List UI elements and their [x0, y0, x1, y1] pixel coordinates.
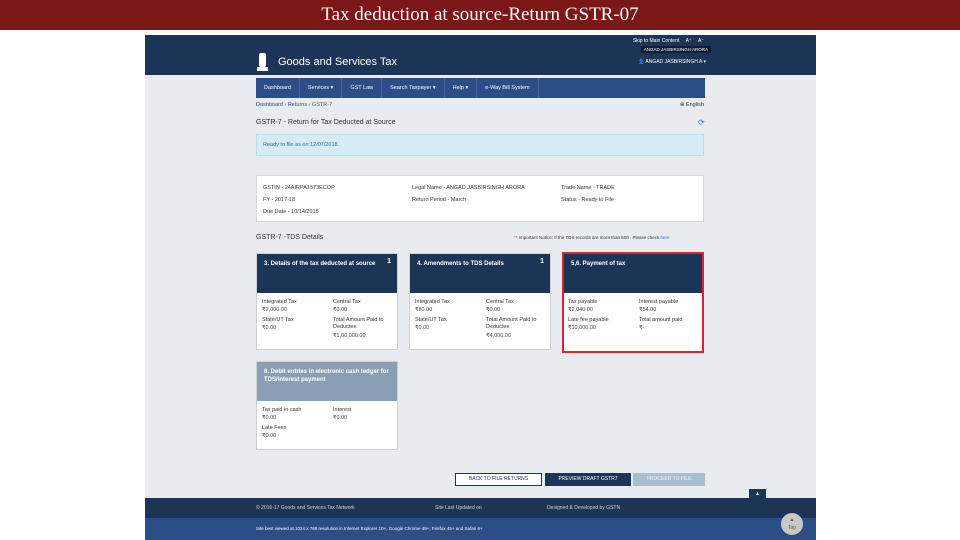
slide-title: Tax deduction at source-Return GSTR-07: [0, 0, 960, 30]
chevron-down-icon: ▾: [703, 59, 706, 65]
page-title: GSTR-7 - Return for Tax Deducted at Sour…: [256, 119, 396, 126]
portal-title: Goods and Services Tax: [278, 56, 398, 68]
label-total-paid: Total Amount Paid to Deductee: [333, 317, 384, 330]
browser-note: Site best viewed at 1024 x 768 resolutio…: [145, 518, 816, 540]
nav-dashboard[interactable]: Dashboard: [256, 78, 300, 98]
tile-title: 4. Amendments to TDS Details: [417, 261, 504, 267]
footer: © 2016-17 Goods and Services Tax Network…: [145, 498, 816, 518]
tile-header: 5,6. Payment of tax: [564, 254, 702, 293]
label-state-tax: State/UT Tax: [415, 317, 447, 323]
value-central-tax: ₹0.00: [486, 307, 501, 313]
value-interest: ₹0.00: [333, 415, 348, 421]
globe-icon: ⊕: [679, 102, 685, 108]
label-late-fees: Late Fees: [262, 425, 287, 431]
tile-tax-deducted[interactable]: 3. Details of the tax deducted at source…: [256, 253, 398, 350]
notice-here-link[interactable]: here: [661, 235, 670, 240]
value-tax-payable: ₹2,040.00: [568, 307, 593, 313]
label-state-tax: State/UT Tax: [262, 317, 294, 323]
value-total-paid: ₹4,000.00: [486, 333, 511, 339]
nav-help[interactable]: Help ▾: [445, 78, 478, 98]
ready-notice: Ready to file as on 12/07/2018.: [256, 134, 704, 156]
value-integrated-tax: ₹2,000.00: [262, 307, 287, 313]
label-total-amount-paid: Total amount paid: [639, 317, 683, 323]
label-central-tax: Central Tax: [486, 299, 514, 305]
return-status: Status - Ready to File: [561, 197, 614, 203]
label-interest: Interest: [333, 407, 352, 413]
value-total-amount-paid: ₹-: [639, 325, 645, 331]
back-to-file-returns-button[interactable]: BACK TO FILE RETURNS: [455, 473, 542, 486]
nav-gst-law[interactable]: GST Law: [342, 78, 383, 98]
breadcrumb-dashboard[interactable]: Dashboard: [256, 102, 283, 108]
main-nav: Dashboard Services ▾ GST Law Search Taxp…: [256, 78, 705, 98]
label-integrated-tax: Integrated Tax: [415, 299, 450, 305]
value-tax-paid-cash: ₹0.00: [262, 415, 277, 421]
label-tax-payable: Tax payable: [568, 299, 598, 305]
tile-debit-entries[interactable]: 8. Debit entries in electronic cash ledg…: [256, 361, 398, 450]
tile-header: 3. Details of the tax deducted at source…: [257, 254, 397, 293]
user-name: ANGAD JASBIRSINGH A: [645, 59, 703, 65]
skip-link[interactable]: Skip to Main Content: [633, 38, 679, 44]
gstin: GSTIN - 24AIRPA1573ECOP: [263, 185, 335, 191]
breadcrumb: Dashboard › Returns › GSTR-7: [256, 102, 332, 108]
tile-title: 8. Debit entries in electronic cash ledg…: [264, 369, 389, 383]
label-interest-payable: Interest payable: [639, 299, 679, 305]
record-count: 1: [540, 258, 544, 265]
record-count: 1: [387, 258, 391, 265]
tile-title: 5,6. Payment of tax: [571, 261, 626, 267]
tile-amendments[interactable]: 4. Amendments to TDS Details 1 Integrate…: [409, 253, 551, 350]
font-decrease-button[interactable]: A⁻: [698, 38, 704, 44]
tds-details-title: GSTR-7 -TDS Details: [256, 234, 324, 241]
breadcrumb-returns[interactable]: Returns: [288, 102, 307, 108]
legal-name: Legal Name - ANGAD JASBIRSINGH ARORA: [412, 185, 525, 191]
notice-marker: **: [514, 235, 518, 240]
footer-last-updated: Site Last Updated on: [435, 505, 482, 511]
due-date: Due Date - 10/14/2018: [263, 209, 319, 215]
value-late-fees: ₹0.00: [262, 433, 277, 439]
value-late-fee: ₹10,000.00: [568, 325, 596, 331]
value-central-tax: ₹0.00: [333, 307, 348, 313]
value-integrated-tax: ₹80.00: [415, 307, 433, 313]
value-interest-payable: ₹54.00: [639, 307, 657, 313]
breadcrumb-current: GSTR-7: [312, 102, 333, 108]
value-state-tax: ₹0.00: [415, 325, 430, 331]
scroll-top-button[interactable]: ▲ Top: [781, 513, 803, 535]
label-total-paid: Total Amount Paid to Deductee: [486, 317, 537, 330]
refresh-icon[interactable]: ⟳: [698, 118, 705, 127]
arrow-up-icon: ▲: [789, 517, 795, 523]
nav-search-taxpayer[interactable]: Search Taxpayer ▾: [382, 78, 445, 98]
notice-text: Important Notice: If the TDS records are…: [518, 235, 660, 240]
emblem-logo: [257, 53, 268, 71]
return-info-panel: GSTIN - 24AIRPA1573ECOP FY - 2017-18 Due…: [256, 175, 704, 222]
trade-name: Trade Name - TRADE: [561, 185, 615, 191]
label-tax-paid-cash: Tax paid in cash: [262, 407, 302, 413]
label-integrated-tax: Integrated Tax: [262, 299, 297, 305]
nav-services[interactable]: Services ▾: [300, 78, 343, 98]
important-notice: ** Important Notice: If the TDS records …: [514, 235, 670, 240]
value-state-tax: ₹0.00: [262, 325, 277, 331]
language-label: English: [685, 102, 704, 108]
font-increase-button[interactable]: A⁺: [686, 38, 692, 44]
label-late-fee: Late fee payable: [568, 317, 609, 323]
tile-header: 4. Amendments to TDS Details 1: [410, 254, 550, 293]
footer-copyright: © 2016-17 Goods and Services Tax Network: [256, 505, 355, 511]
footer-designed-by: Designed & Developed by GSTN: [547, 505, 621, 511]
tile-header: 8. Debit entries in electronic cash ledg…: [257, 362, 397, 401]
top-header: Skip to Main Content A⁺ A⁻ ANGAD JASBIRS…: [145, 35, 816, 75]
tile-payment-of-tax[interactable]: 5,6. Payment of tax Tax payable ₹2,040.0…: [562, 252, 704, 353]
browser-screenshot: Skip to Main Content A⁺ A⁻ ANGAD JASBIRS…: [145, 35, 816, 540]
preview-draft-button[interactable]: PREVIEW DRAFT GSTR7: [545, 473, 631, 486]
return-period: Return Period - March: [412, 197, 467, 203]
language-selector[interactable]: ⊕ English: [680, 102, 704, 108]
value-total-paid: ₹1,00,000.00: [333, 333, 366, 339]
user-tooltip: ANGAD JASBIRSINGH ARORA: [640, 46, 711, 53]
financial-year: FY - 2017-18: [263, 197, 296, 203]
top-links: Skip to Main Content A⁺ A⁻: [628, 38, 704, 44]
label-central-tax: Central Tax: [333, 299, 361, 305]
scroll-top-label: Top: [787, 525, 797, 531]
nav-eway-bill[interactable]: e-Way Bill System: [477, 78, 539, 98]
user-icon: 👤: [638, 59, 645, 65]
proceed-to-file-button[interactable]: PROCEED TO FILE: [633, 473, 705, 486]
tile-title: 3. Details of the tax deducted at source: [264, 261, 376, 267]
user-menu[interactable]: 👤 ANGAD JASBIRSINGH A ▾: [638, 59, 706, 65]
